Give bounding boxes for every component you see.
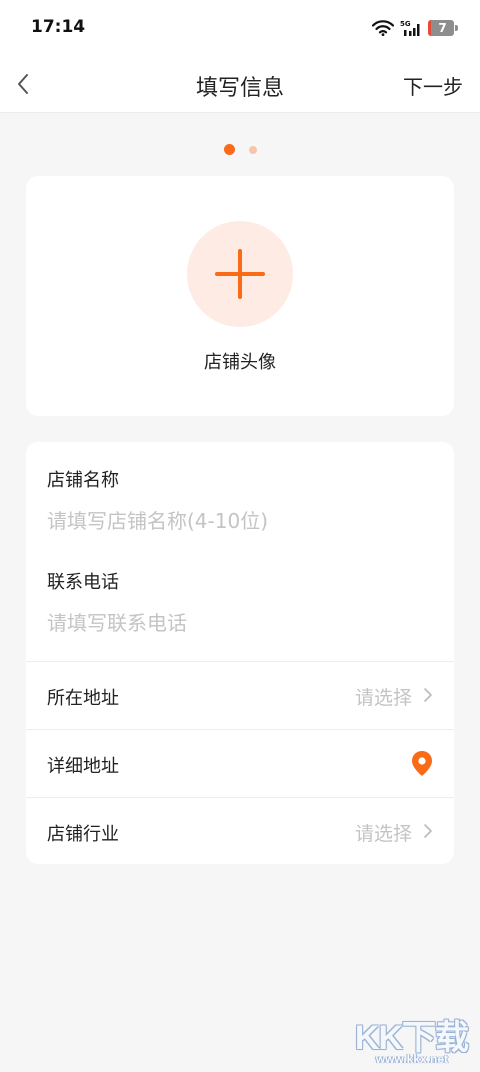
phone-input[interactable] <box>47 608 433 638</box>
location-pin-icon[interactable] <box>410 750 434 778</box>
industry-row[interactable]: 店铺行业 请选择 <box>26 798 454 865</box>
store-avatar-label: 店铺头像 <box>204 352 276 373</box>
status-icons: 5G 7 <box>372 18 458 38</box>
network-type-label: 5G <box>400 20 411 28</box>
store-avatar-card: 店铺头像 <box>26 176 454 416</box>
detail-address-label: 详细地址 <box>47 756 119 777</box>
watermark: KK下载 www.kkx.net <box>352 1010 472 1068</box>
detail-address-row[interactable]: 详细地址 <box>26 730 454 797</box>
upload-avatar-button[interactable] <box>187 221 293 327</box>
page-dot-active <box>223 144 235 155</box>
store-name-input[interactable] <box>47 506 433 536</box>
address-row[interactable]: 所在地址 请选择 <box>26 662 454 729</box>
status-bar: 17:14 5G 7 <box>0 0 480 56</box>
store-name-label: 店铺名称 <box>47 470 119 491</box>
navigation-bar: 填写信息 下一步 <box>0 56 480 113</box>
address-value: 请选择 <box>354 687 412 709</box>
page-dot-inactive <box>248 145 257 154</box>
next-step-button[interactable]: 下一步 <box>403 71 463 100</box>
chevron-right-icon <box>423 822 433 840</box>
store-info-form: 店铺名称 联系电话 所在地址 请选择 详细地址 店铺行业 请选择 <box>26 442 454 864</box>
industry-value: 请选择 <box>354 823 412 845</box>
address-label: 所在地址 <box>47 688 119 709</box>
battery-level: 7 <box>438 21 447 35</box>
phone-label: 联系电话 <box>47 572 119 593</box>
cellular-signal-icon: 5G <box>400 19 422 37</box>
status-time: 17:14 <box>31 17 86 37</box>
page-indicator <box>0 139 480 155</box>
wifi-icon <box>372 20 394 36</box>
watermark-url: www.kkx.net <box>375 1052 448 1066</box>
battery-icon: 7 <box>428 20 458 36</box>
chevron-right-icon <box>423 686 433 704</box>
industry-label: 店铺行业 <box>47 824 119 845</box>
